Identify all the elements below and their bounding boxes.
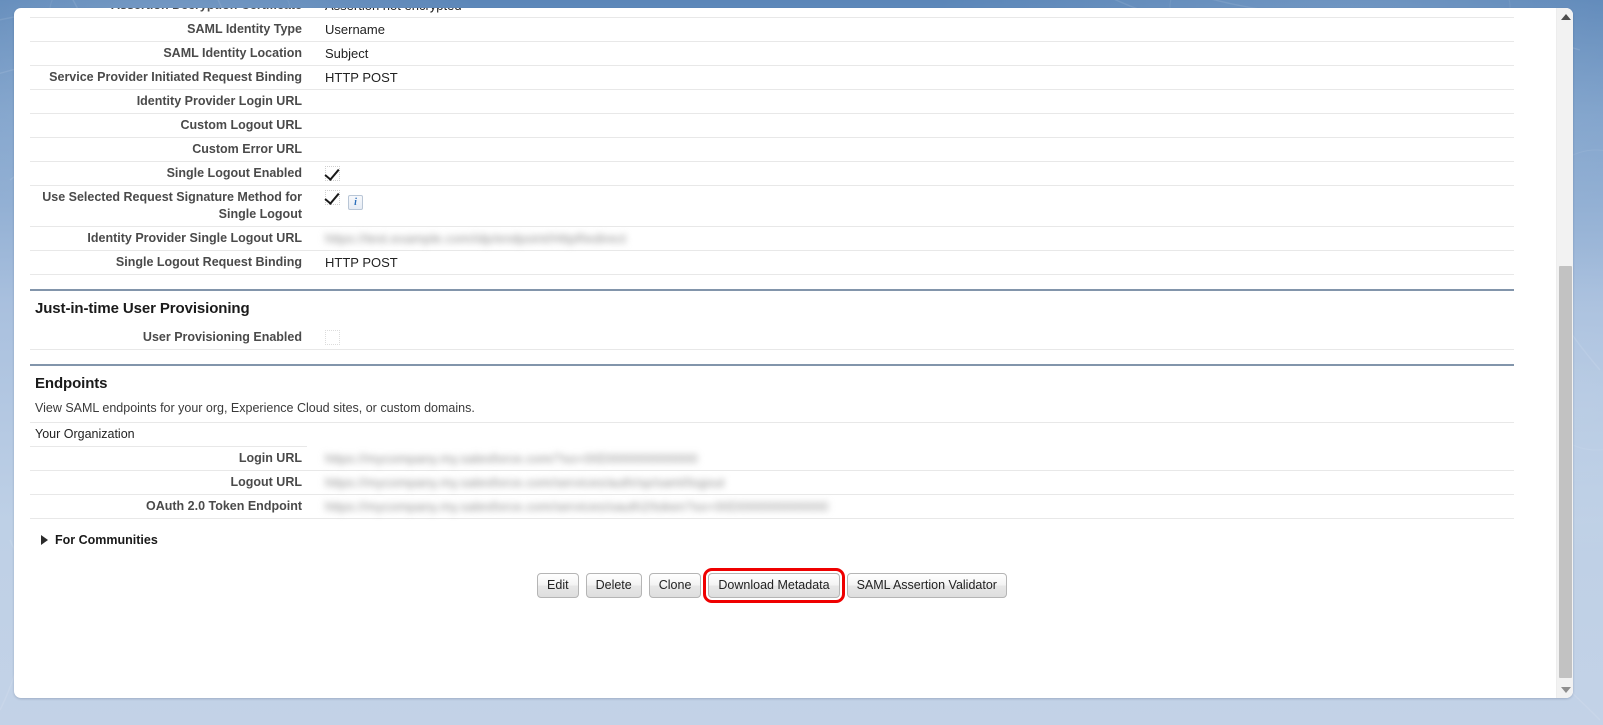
detail-row-value: HTTP POST [325, 70, 398, 85]
detail-row-label: SAML Identity Location [163, 46, 302, 60]
detail-row-label: User Provisioning Enabled [142, 330, 302, 344]
detail-row-value: HTTP POST [325, 255, 398, 270]
detail-row: Single Logout Request Binding HTTP POST [30, 251, 1514, 275]
saml-detail-rows: Assertion Decryption CertificateAssertio… [30, 8, 1514, 275]
for-communities-expander[interactable]: For Communities [30, 519, 158, 557]
checkbox-checked-icon [325, 166, 340, 181]
detail-row: OAuth 2.0 Token Endpoint https://mycompan… [30, 495, 1514, 519]
scroll-down-arrow-button[interactable] [1557, 681, 1573, 698]
detail-row-value: https://mycompany.my.salesforce.com/?so=… [302, 450, 1514, 467]
detail-row: Single Logout Enabled [30, 162, 1514, 186]
detail-row-label: SAML Identity Type [187, 22, 302, 36]
detail-row-value: Username [325, 22, 385, 37]
detail-row-value: https://mycompany.my.salesforce.com/serv… [302, 498, 1514, 515]
detail-row: Service Provider Initiated Request Bindi… [30, 66, 1514, 90]
section-title-endpoints: Endpoints [35, 375, 108, 392]
detail-row: Custom Logout URL [30, 114, 1514, 138]
detail-row-label: OAuth 2.0 Token Endpoint [145, 499, 302, 513]
section-title-jit: Just-in-time User Provisioning [35, 300, 250, 317]
section-endpoints: Endpoints View SAML endpoints for your o… [30, 364, 1514, 557]
detail-row-value [302, 165, 1514, 182]
redacted-url-value: https://test.example.com/idp/endpoint/Ht… [325, 231, 627, 246]
detail-row-label: Assertion Decryption Certificate [30, 8, 302, 14]
saml-assertion-validator-button[interactable]: SAML Assertion Validator [846, 573, 1007, 598]
detail-row-label: Single Logout Enabled [166, 166, 302, 180]
detail-row-label: Identity Provider Login URL [136, 94, 302, 108]
download-metadata-button[interactable]: Download Metadata [703, 568, 845, 603]
detail-row-value: i [302, 189, 1514, 210]
jit-rows: User Provisioning Enabled [30, 326, 1514, 350]
detail-row: SAML Identity Type Username [30, 18, 1514, 42]
content-panel: Assertion Decryption CertificateAssertio… [14, 8, 1573, 698]
detail-row: Identity Provider Single Logout URL https… [30, 227, 1514, 251]
detail-row-label: Custom Logout URL [180, 118, 302, 132]
detail-row-value: https://test.example.com/idp/endpoint/Ht… [302, 230, 1514, 247]
checkbox-checked-icon [325, 190, 340, 205]
vertical-scrollbar[interactable] [1556, 8, 1573, 698]
detail-row: Custom Error URL [30, 138, 1514, 162]
detail-row-label: Identity Provider Single Logout URL [87, 231, 302, 245]
detail-row-label: Custom Error URL [192, 142, 302, 156]
detail-row-value: Subject [325, 46, 369, 61]
action-button-bar: Edit Delete Clone Download Metadata SAML Ass… [30, 557, 1514, 603]
scrollbar-thumb[interactable] [1559, 266, 1572, 678]
chevron-right-icon [41, 535, 48, 545]
endpoints-description: View SAML endpoints for your org, Experi… [30, 401, 1514, 423]
detail-row-label: Service Provider Initiated Request Bindi… [49, 70, 302, 84]
checkbox-unchecked-icon [325, 330, 340, 345]
detail-row: Identity Provider Login URL [30, 90, 1514, 114]
detail-row-value: https://mycompany.my.salesforce.com/serv… [302, 474, 1514, 491]
detail-row: User Provisioning Enabled [30, 326, 1514, 350]
detail-row: Assertion Decryption CertificateAssertio… [30, 8, 1514, 18]
detail-row-label: Login URL [238, 451, 302, 465]
detail-row-value: Assertion not encrypted [302, 8, 1514, 14]
detail-row: Use Selected Request Signature Method fo… [30, 186, 1514, 227]
delete-button[interactable]: Delete [585, 573, 642, 598]
caret-down-icon [1560, 686, 1571, 693]
section-jit-user-provisioning: Just-in-time User Provisioning User Prov… [30, 289, 1514, 350]
detail-row: SAML Identity Location Subject [30, 42, 1514, 66]
edit-button[interactable]: Edit [537, 573, 579, 598]
clone-button[interactable]: Clone [648, 573, 702, 598]
endpoint-rows: Login URL https://mycompany.my.salesforce… [30, 447, 1514, 519]
detail-row: Logout URL https://mycompany.my.salesforc… [30, 471, 1514, 495]
detail-row-label: Use Selected Request Signature Method fo… [42, 190, 302, 221]
for-communities-label: For Communities [55, 533, 158, 547]
detail-row-label: Single Logout Request Binding [115, 255, 302, 269]
detail-row-value [302, 329, 1514, 346]
detail-row-value [302, 141, 1514, 158]
detail-row-value [302, 117, 1514, 134]
app-root: Assertion Decryption CertificateAssertio… [0, 0, 1603, 725]
detail-row-label: Logout URL [230, 475, 302, 489]
redacted-url-value: https://mycompany.my.salesforce.com/?so=… [325, 451, 698, 466]
scroll-up-arrow-button[interactable] [1557, 8, 1573, 25]
scroll-viewport: Assertion Decryption CertificateAssertio… [14, 8, 1532, 698]
saml-config-detail: Assertion Decryption CertificateAssertio… [14, 8, 1532, 603]
caret-up-icon [1560, 13, 1571, 20]
detail-row-value [302, 93, 1514, 110]
redacted-url-value: https://mycompany.my.salesforce.com/serv… [325, 475, 725, 490]
endpoints-subheading-your-organization: Your Organization [30, 423, 307, 447]
info-icon[interactable]: i [348, 195, 363, 210]
detail-row: Login URL https://mycompany.my.salesforce… [30, 447, 1514, 471]
redacted-url-value: https://mycompany.my.salesforce.com/serv… [325, 499, 829, 514]
